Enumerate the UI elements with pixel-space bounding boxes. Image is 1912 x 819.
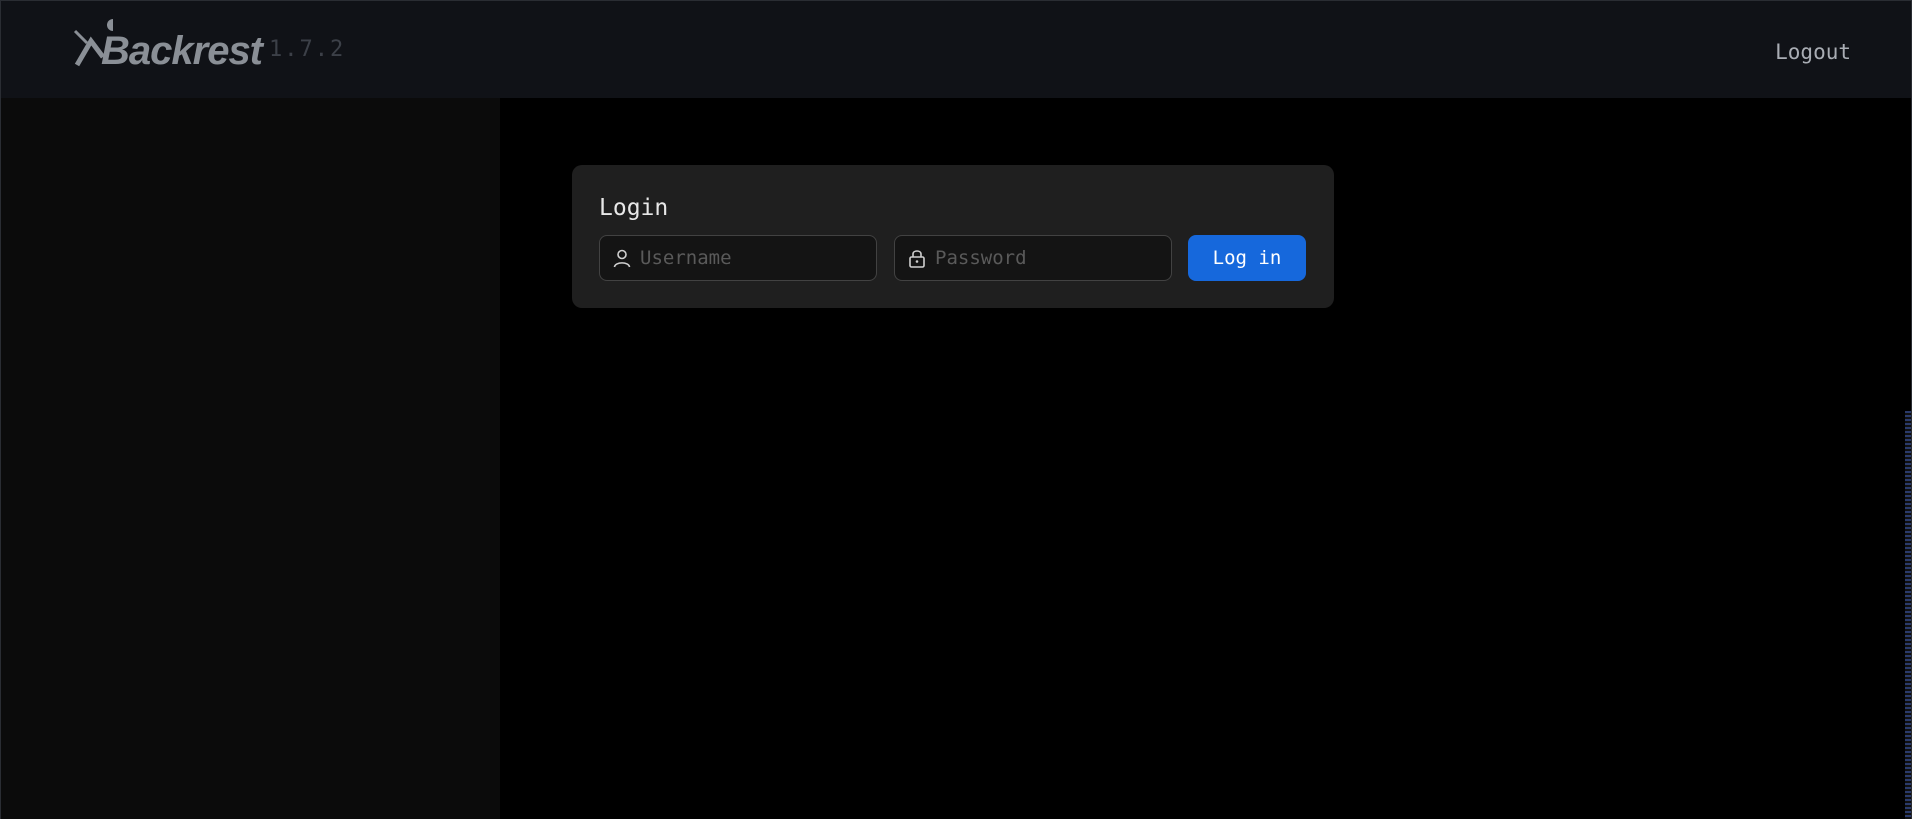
username-field[interactable] (599, 235, 877, 281)
login-card: Login Username Log in (572, 165, 1334, 308)
password-field[interactable] (894, 235, 1172, 281)
logo-text: Backrest (101, 29, 263, 73)
username-input[interactable] (640, 247, 870, 269)
app-window: Backrest 1.7.2 Logout Login Username Log… (0, 0, 1912, 819)
main-content: Login Username Log in (500, 98, 1911, 819)
logout-link[interactable]: Logout (1775, 40, 1851, 64)
version-label: 1.7.2 (269, 37, 346, 62)
login-title: Login (599, 195, 669, 221)
scrollbar-edge[interactable] (1905, 411, 1911, 819)
password-input[interactable] (935, 247, 1165, 269)
app-logo[interactable]: Backrest (73, 17, 263, 73)
top-header: Backrest 1.7.2 Logout (1, 1, 1911, 98)
login-button[interactable]: Log in (1188, 235, 1306, 281)
user-icon (612, 248, 632, 268)
lock-icon (907, 248, 927, 268)
sidebar (1, 98, 500, 819)
